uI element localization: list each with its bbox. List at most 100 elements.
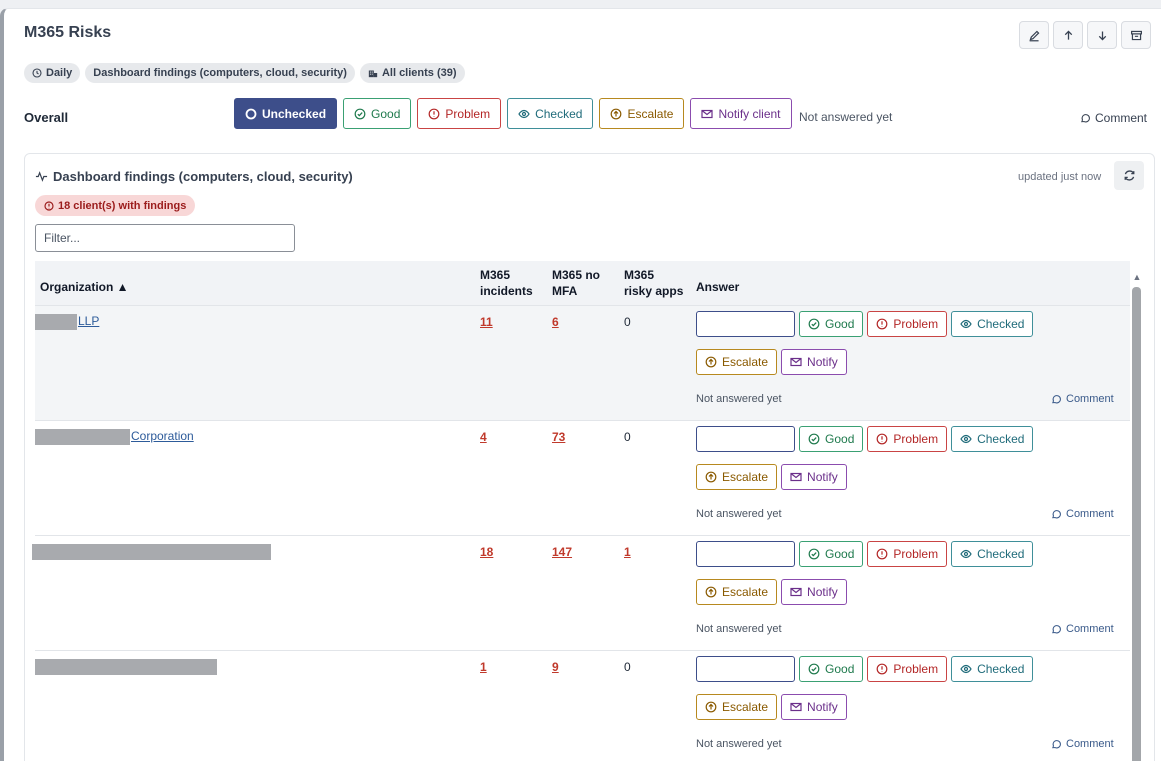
chip-clients[interactable]: All clients (39)	[359, 63, 465, 83]
comment-label: Comment	[1066, 623, 1114, 635]
escalate-button[interactable]: Escalate	[696, 464, 778, 490]
column-organization[interactable]: Organization ▲	[40, 279, 129, 295]
overall-comment-link[interactable]: Comment	[1080, 111, 1147, 125]
escalate-button[interactable]: Escalate	[696, 579, 778, 605]
answer-status: Not answered yet	[696, 393, 782, 405]
good-button[interactable]: Good	[799, 426, 864, 452]
column-no-mfa[interactable]: M365 no MFA	[552, 267, 600, 299]
scrollbar-thumb[interactable]	[1132, 287, 1141, 761]
chip-frequency[interactable]: Daily	[24, 63, 81, 83]
comment-label: Comment	[1095, 111, 1148, 125]
problem-button[interactable]: Problem	[867, 426, 948, 452]
chip-source[interactable]: Dashboard findings (computers, cloud, se…	[85, 63, 355, 83]
check-circle-icon	[808, 548, 820, 560]
comment-link[interactable]: Comment	[1051, 508, 1114, 520]
risky-apps-count[interactable]: 1	[624, 545, 631, 559]
overall-checked-button[interactable]: Checked	[507, 98, 594, 129]
scroll-up-arrow[interactable]: ▲	[1132, 272, 1142, 282]
column-incidents[interactable]: M365 incidents	[480, 267, 533, 299]
alert-circle-icon	[876, 548, 888, 560]
no-mfa-count[interactable]: 9	[552, 660, 559, 674]
button-label: Escalate	[722, 585, 769, 599]
row-answer-buttons: Unchecked Good Problem Checked Escalate Notif…	[696, 426, 1116, 498]
overall-escalate-button[interactable]: Escalate	[599, 98, 685, 129]
overall-status: Not answered yet	[799, 110, 893, 124]
archive-button[interactable]	[1121, 21, 1151, 49]
check-circle-icon	[808, 433, 820, 445]
incidents-count[interactable]: 4	[480, 430, 487, 444]
incidents-count[interactable]: 18	[480, 545, 493, 559]
check-circle-icon	[808, 663, 820, 675]
good-button[interactable]: Good	[799, 311, 864, 337]
unchecked-button[interactable]: Unchecked	[696, 541, 796, 567]
comment-link[interactable]: Comment	[1051, 623, 1114, 635]
checked-button[interactable]: Checked	[951, 541, 1034, 567]
organization-link[interactable]: Corporation	[131, 429, 194, 443]
button-label: Unchecked	[722, 317, 787, 331]
risky-apps-count: 0	[624, 315, 631, 329]
mail-icon	[701, 109, 714, 118]
checked-button[interactable]: Checked	[951, 426, 1034, 452]
incidents-count[interactable]: 1	[480, 660, 487, 674]
organization-link[interactable]: LLP	[78, 314, 99, 328]
button-label: Escalate	[722, 700, 769, 714]
move-up-button[interactable]	[1053, 21, 1083, 49]
button-label: Notify	[807, 470, 838, 484]
alert-circle-icon	[44, 200, 54, 211]
incidents-count[interactable]: 11	[480, 315, 493, 329]
notify-button[interactable]: Notify	[781, 694, 847, 720]
button-label: Escalate	[722, 355, 769, 369]
eye-icon	[518, 109, 530, 118]
check-circle-icon	[808, 318, 820, 330]
answer-status: Not answered yet	[696, 508, 782, 520]
button-label: Escalate	[722, 470, 769, 484]
no-mfa-count[interactable]: 147	[552, 545, 572, 559]
problem-button[interactable]: Problem	[867, 541, 948, 567]
button-label: Unchecked	[722, 547, 787, 561]
column-risky-apps[interactable]: M365 risky apps	[624, 267, 683, 299]
table-row: 18 147 1 Unchecked Good Problem Checked Escalat…	[32, 536, 1130, 651]
overall-problem-button[interactable]: Problem	[417, 98, 502, 129]
circle-icon	[705, 663, 717, 675]
comment-icon	[1052, 624, 1061, 633]
problem-button[interactable]: Problem	[867, 311, 948, 337]
comment-icon	[1052, 509, 1061, 518]
notify-button[interactable]: Notify	[781, 579, 847, 605]
eye-icon	[960, 319, 972, 329]
clock-icon	[32, 68, 42, 78]
button-label: Unchecked	[262, 106, 327, 121]
edit-button[interactable]	[1019, 21, 1049, 49]
move-down-button[interactable]	[1087, 21, 1117, 49]
pencil-icon	[1028, 30, 1039, 41]
arrow-up-circle-icon	[611, 108, 622, 119]
button-label: Good	[825, 662, 855, 676]
checked-button[interactable]: Checked	[951, 311, 1034, 337]
escalate-button[interactable]: Escalate	[696, 694, 778, 720]
comment-label: Comment	[1066, 508, 1114, 520]
button-label: Notify	[807, 355, 838, 369]
refresh-button[interactable]	[1114, 161, 1144, 190]
escalate-button[interactable]: Escalate	[696, 349, 778, 375]
problem-button[interactable]: Problem	[867, 656, 948, 682]
button-label: Notify	[807, 585, 838, 599]
comment-link[interactable]: Comment	[1051, 738, 1114, 750]
no-mfa-count[interactable]: 6	[552, 315, 559, 329]
overall-good-button[interactable]: Good	[343, 98, 412, 129]
notify-button[interactable]: Notify	[781, 349, 847, 375]
unchecked-button[interactable]: Unchecked	[696, 426, 796, 452]
comment-label: Comment	[1066, 738, 1114, 750]
unchecked-button[interactable]: Unchecked	[696, 656, 796, 682]
button-label: Notify	[807, 700, 838, 714]
notify-button[interactable]: Notify	[781, 464, 847, 490]
checked-button[interactable]: Checked	[951, 656, 1034, 682]
row-answer-buttons: Unchecked Good Problem Checked Escalate Notif…	[696, 656, 1116, 728]
unchecked-button[interactable]: Unchecked	[696, 311, 796, 337]
good-button[interactable]: Good	[799, 656, 864, 682]
circle-icon	[705, 318, 717, 330]
no-mfa-count[interactable]: 73	[552, 430, 565, 444]
good-button[interactable]: Good	[799, 541, 864, 567]
overall-notify-client-button[interactable]: Notify client	[690, 98, 792, 129]
overall-unchecked-button[interactable]: Unchecked	[234, 98, 338, 129]
filter-input[interactable]	[35, 224, 295, 252]
comment-link[interactable]: Comment	[1051, 393, 1114, 405]
